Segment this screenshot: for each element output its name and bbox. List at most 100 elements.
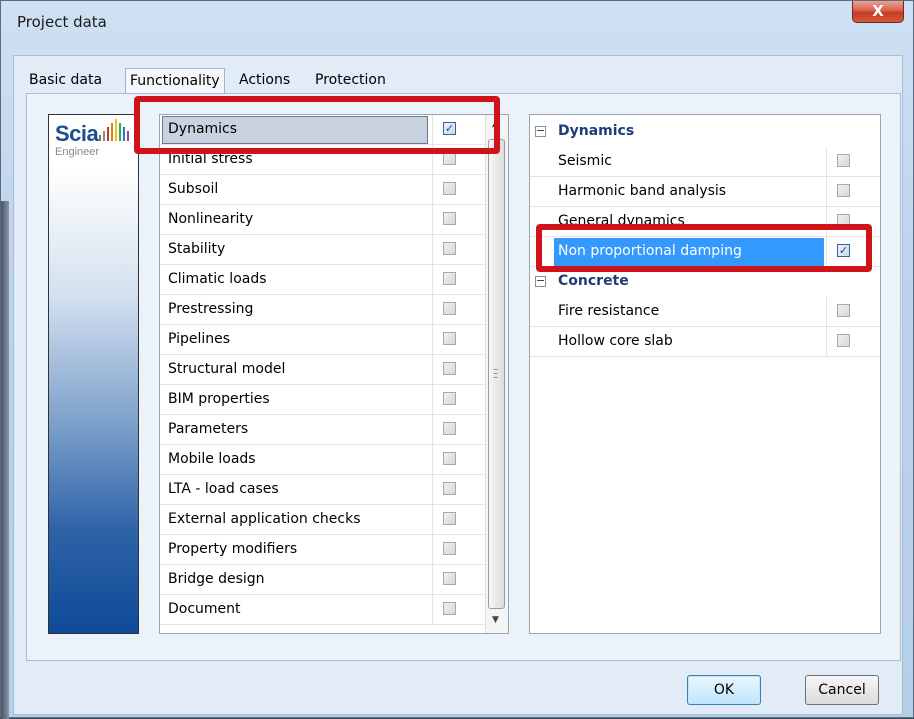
ok-button[interactable]: OK (687, 675, 761, 705)
functionality-checkbox[interactable] (443, 542, 456, 555)
cancel-button[interactable]: Cancel (805, 675, 879, 705)
highlight-box-non-proportional-damping (536, 224, 872, 272)
checkbox-cell (432, 595, 490, 625)
tree-item-label: Harmonic band analysis (558, 183, 727, 199)
functionality-row[interactable]: Parameters (160, 415, 490, 445)
functionality-label: Mobile loads (168, 451, 256, 467)
checkbox-cell (432, 565, 490, 595)
functionality-row[interactable]: Stability (160, 235, 490, 265)
functionality-checkbox[interactable] (443, 482, 456, 495)
scroll-down-icon[interactable]: ▼ (492, 615, 499, 625)
tree-item[interactable]: Harmonic band analysis (530, 177, 880, 207)
functionality-label: Nonlinearity (168, 211, 254, 227)
tree-group-label: Concrete (558, 273, 629, 289)
checkbox-cell (432, 295, 490, 325)
functionality-checkbox[interactable] (443, 452, 456, 465)
scroll-thumb[interactable]: – – – (488, 139, 505, 609)
checkbox-cell (432, 175, 490, 205)
functionality-row[interactable]: Prestressing (160, 295, 490, 325)
window-frame-edge (1, 201, 9, 719)
logo-bars-icon (99, 119, 137, 141)
functionality-row[interactable]: Subsoil (160, 175, 490, 205)
tree-item-checkbox[interactable] (837, 184, 850, 197)
scia-logo: Scia (55, 121, 99, 146)
tree-item[interactable]: Fire resistance (530, 297, 880, 327)
checkbox-cell (432, 535, 490, 565)
functionality-checkbox[interactable] (443, 212, 456, 225)
checkbox-cell (826, 327, 880, 357)
close-button[interactable]: X (852, 1, 904, 23)
checkbox-cell (432, 385, 490, 415)
functionality-label: Structural model (168, 361, 286, 377)
functionality-checkbox[interactable] (443, 422, 456, 435)
functionality-label: LTA - load cases (168, 481, 279, 497)
checkbox-cell (432, 355, 490, 385)
functionality-row[interactable]: Climatic loads (160, 265, 490, 295)
functionality-row[interactable]: BIM properties (160, 385, 490, 415)
functionality-row[interactable]: Structural model (160, 355, 490, 385)
checkbox-cell (432, 505, 490, 535)
grip-icon: – – – (493, 364, 498, 383)
functionality-checkbox[interactable] (443, 572, 456, 585)
highlight-box-dynamics (134, 96, 500, 154)
checkbox-cell (432, 325, 490, 355)
tree-item-label: Seismic (558, 153, 612, 169)
checkbox-cell (432, 415, 490, 445)
tab-protection[interactable]: Protection (311, 70, 390, 92)
checkbox-cell (432, 445, 490, 475)
functionality-list[interactable]: Dynamics ✓ Initial stress Subsoil Nonlineari… (159, 114, 509, 634)
functionality-list-scrollbar[interactable]: ▲ – – – ▼ (485, 115, 508, 633)
project-data-dialog: Project data X Basic data Functionality … (0, 0, 914, 719)
functionality-label: Document (168, 601, 241, 617)
tab-basic-data[interactable]: Basic data (25, 70, 106, 92)
collapse-icon[interactable]: − (535, 275, 546, 287)
functionality-row[interactable]: Bridge design (160, 565, 490, 595)
functionality-row[interactable]: Pipelines (160, 325, 490, 355)
logo-subtitle: Engineer (55, 146, 100, 158)
functionality-row[interactable]: LTA - load cases (160, 475, 490, 505)
functionality-checkbox[interactable] (443, 392, 456, 405)
functionality-label: Parameters (168, 421, 249, 437)
tree-group-label: Dynamics (558, 123, 635, 139)
scia-logo-panel: Scia Engineer (48, 114, 139, 634)
functionality-label: Bridge design (168, 571, 265, 587)
functionality-checkbox[interactable] (443, 182, 456, 195)
tree-item-checkbox[interactable] (837, 154, 850, 167)
collapse-icon[interactable]: − (535, 125, 546, 137)
tree-item[interactable]: Hollow core slab (530, 327, 880, 357)
functionality-checkbox[interactable] (443, 602, 456, 615)
functionality-label: External application checks (168, 511, 361, 527)
functionality-checkbox[interactable] (443, 332, 456, 345)
tree-item-label: Fire resistance (558, 303, 660, 319)
functionality-checkbox[interactable] (443, 512, 456, 525)
functionality-row[interactable]: Document (160, 595, 490, 625)
tree-item-label: Hollow core slab (558, 333, 673, 349)
functionality-checkbox[interactable] (443, 362, 456, 375)
functionality-checkbox[interactable] (443, 302, 456, 315)
functionality-checkbox[interactable] (443, 242, 456, 255)
functionality-row[interactable]: Nonlinearity (160, 205, 490, 235)
functionality-label: Climatic loads (168, 271, 267, 287)
checkbox-cell (432, 475, 490, 505)
dialog-title: Project data (17, 13, 107, 31)
tree-item[interactable]: Seismic (530, 147, 880, 177)
functionality-row[interactable]: Mobile loads (160, 445, 490, 475)
tree-group-0[interactable]: − Dynamics (530, 117, 880, 147)
functionality-row[interactable]: External application checks (160, 505, 490, 535)
functionality-label: Property modifiers (168, 541, 298, 557)
functionality-label: Pipelines (168, 331, 231, 347)
tab-functionality[interactable]: Functionality (125, 68, 225, 93)
functionality-label: Subsoil (168, 181, 219, 197)
checkbox-cell (432, 235, 490, 265)
functionality-detail-tree: − Dynamics Seismic Harmonic band analysis Ge… (529, 114, 881, 634)
functionality-label: BIM properties (168, 391, 270, 407)
checkbox-cell (432, 265, 490, 295)
checkbox-cell (826, 147, 880, 177)
functionality-checkbox[interactable] (443, 272, 456, 285)
tree-item-checkbox[interactable] (837, 334, 850, 347)
functionality-row[interactable]: Property modifiers (160, 535, 490, 565)
tab-actions[interactable]: Actions (235, 70, 294, 92)
tree-item-checkbox[interactable] (837, 304, 850, 317)
checkbox-cell (432, 205, 490, 235)
functionality-label: Prestressing (168, 301, 254, 317)
